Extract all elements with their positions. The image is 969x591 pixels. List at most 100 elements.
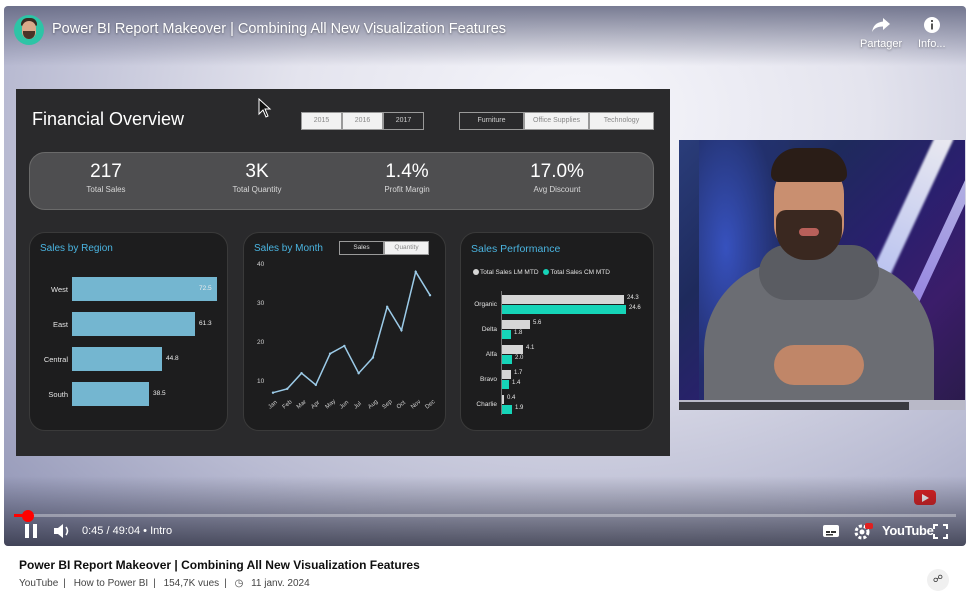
region-bar	[72, 382, 149, 406]
presenter-webcam	[679, 140, 965, 410]
mouse-cursor-icon	[258, 98, 272, 118]
perf-legend: Total Sales LM MTD Total Sales CM MTD	[473, 269, 610, 276]
category-button: Office Supplies	[524, 112, 589, 130]
year-button: 2015	[301, 112, 342, 130]
video-player[interactable]: Power BI Report Makeover | Combining All…	[4, 6, 966, 546]
month-tick-label: May	[325, 399, 338, 411]
region-bar	[72, 277, 217, 301]
pause-icon[interactable]	[24, 523, 38, 539]
chapter-text[interactable]: • Intro	[143, 525, 172, 537]
region-value: 38.5	[153, 390, 166, 397]
perf-card-title: Sales Performance	[471, 243, 561, 255]
month-tick-label: Jul	[353, 401, 363, 411]
meta-views: 154,7K vues	[163, 578, 220, 589]
progress-bar[interactable]	[14, 514, 956, 517]
meta-channel[interactable]: How to Power BI	[74, 578, 148, 589]
perf-value-lm: 0.4	[507, 395, 516, 401]
month-tick-label: Nov	[410, 399, 422, 410]
perf-label: Organic	[474, 301, 497, 308]
dashboard-frame: Financial Overview 2015 2016 2017 Furnit…	[16, 89, 670, 456]
perf-label: Delta	[481, 326, 497, 333]
perf-row: Organic 24.3 24.6	[461, 295, 651, 319]
perf-row: Charlie 0.4 1.9	[461, 395, 651, 419]
info-icon	[918, 16, 946, 34]
legend-lm: Total Sales LM MTD	[480, 269, 539, 276]
month-card: Sales by Month Sales Quantity 40 30 20 10 Ja…	[243, 232, 446, 431]
region-label: Central	[43, 355, 68, 364]
year-button-selected: 2017	[383, 112, 424, 130]
month-tick-label: Mar	[296, 399, 308, 410]
perf-bar-lm	[502, 320, 530, 329]
region-label: West	[51, 285, 68, 294]
meta-source[interactable]: YouTube	[19, 578, 58, 589]
perf-value-cm: 1.9	[515, 405, 524, 411]
perf-bar-cm	[502, 380, 509, 389]
kpi-value: 217	[90, 161, 122, 182]
legend-cm: Total Sales CM MTD	[550, 269, 610, 276]
perf-chart: Organic 24.3 24.6 Delta 5.6 1.8 Alfa 4.1 2.0 Brav…	[461, 291, 655, 415]
region-value: 44.8	[166, 355, 179, 362]
perf-row: Alfa 4.1 2.0	[461, 345, 651, 369]
month-tick-label: Apr	[310, 400, 321, 411]
month-tick-label: Feb	[282, 399, 294, 411]
kpi-label: Total Sales	[86, 185, 126, 194]
month-point	[385, 305, 389, 309]
month-point	[400, 329, 403, 332]
sales-line	[272, 269, 431, 394]
region-value: 61.3	[199, 320, 212, 327]
kpi-profit-margin: 1.4% Profit Margin	[347, 161, 467, 194]
legend-dot-lm	[473, 269, 479, 276]
info-label: Info...	[918, 38, 946, 50]
region-value: 72.5	[199, 285, 212, 292]
region-label: East	[52, 320, 68, 329]
clock-icon: ◷	[234, 578, 244, 589]
month-point	[428, 294, 432, 297]
subtitles-icon[interactable]	[822, 524, 840, 538]
kpi-value: 3K	[245, 161, 269, 182]
y-tick-label: 40	[257, 261, 265, 268]
kpi-label: Profit Margin	[384, 185, 430, 194]
month-point	[271, 391, 275, 394]
video-title[interactable]: Power BI Report Makeover | Combining All…	[52, 21, 506, 37]
perf-bar-cm	[502, 305, 626, 314]
y-tick-label: 10	[257, 378, 265, 385]
time-text: 0:45 / 49:04	[82, 525, 141, 537]
perf-value-lm: 1.7	[514, 370, 523, 376]
legend-dot-cm	[543, 269, 550, 276]
perf-bar-cm	[502, 355, 512, 364]
perf-card: Sales Performance Total Sales LM MTD Tot…	[460, 232, 654, 431]
region-bar	[72, 312, 195, 336]
perf-label: Alfa	[485, 351, 497, 358]
month-point	[357, 372, 360, 375]
youtube-logo[interactable]: YouTube	[882, 523, 934, 538]
month-tick-label: Sep	[382, 399, 395, 411]
y-tick-label: 30	[257, 300, 265, 307]
volume-icon[interactable]	[52, 522, 72, 540]
month-point	[343, 344, 346, 348]
perf-value-lm: 24.3	[627, 295, 639, 301]
region-bar	[72, 347, 162, 371]
share-label: Partager	[860, 38, 903, 50]
month-tick-label: Dec	[424, 399, 436, 410]
settings-icon[interactable]	[853, 521, 873, 541]
perf-row: Bravo 1.7 1.4	[461, 370, 651, 394]
category-button: Technology	[589, 112, 654, 130]
perf-bar-lm	[502, 345, 523, 354]
fullscreen-icon[interactable]	[933, 524, 948, 539]
video-meta: YouTube | How to Power BI | 154,7K vues | ◷…	[19, 578, 310, 589]
month-tick-label: Aug	[367, 399, 379, 410]
kpi-strip: 217 Total Sales 3K Total Quantity 1.4% P…	[29, 152, 654, 210]
month-tick-label: Jan	[267, 400, 278, 411]
info-button[interactable]: Info...	[918, 16, 946, 50]
kpi-total-quantity: 3K Total Quantity	[197, 161, 317, 194]
share-button[interactable]: Partager	[860, 16, 902, 50]
kpi-value: 17.0%	[530, 161, 584, 182]
save-icon[interactable]: ☍	[927, 569, 949, 591]
perf-value-lm: 5.6	[533, 320, 542, 326]
progress-playhead[interactable]	[22, 510, 34, 522]
channel-avatar[interactable]	[14, 15, 44, 45]
perf-bar-cm	[502, 330, 511, 339]
perf-row: Delta 5.6 1.8	[461, 320, 651, 344]
month-point	[300, 372, 303, 375]
perf-label: Charlie	[476, 401, 497, 408]
